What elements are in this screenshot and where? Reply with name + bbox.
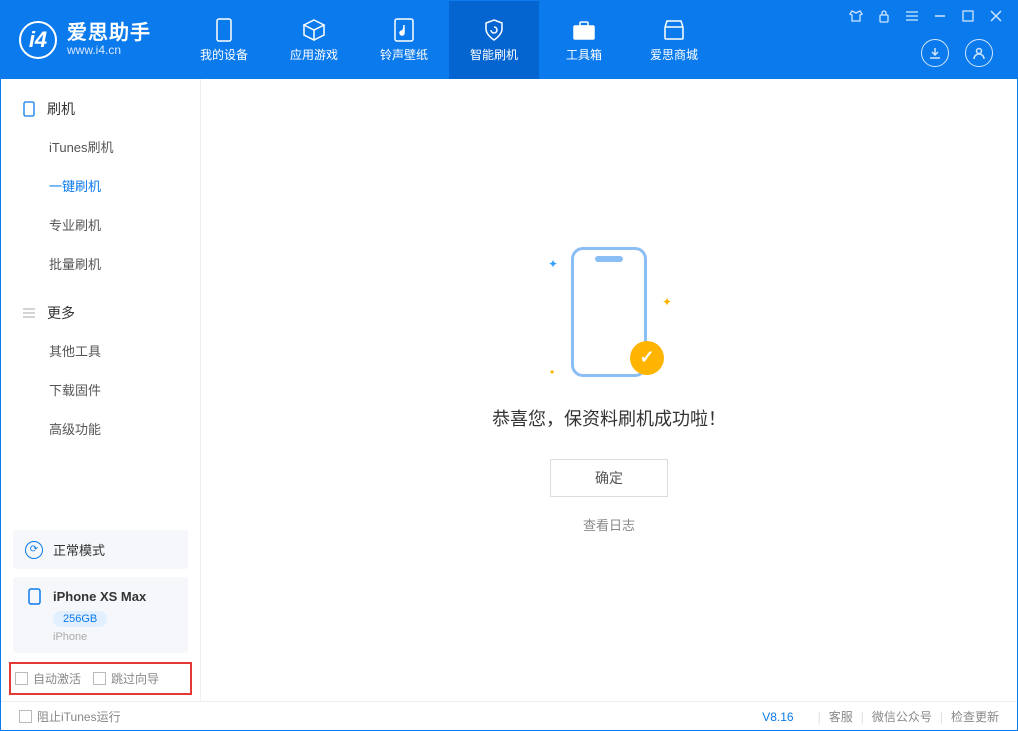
minimize-icon[interactable]: [933, 9, 947, 23]
nav-store[interactable]: 爱思商城: [629, 1, 719, 79]
status-card[interactable]: ⟳ 正常模式: [13, 530, 188, 569]
device-type: iPhone: [53, 631, 176, 643]
lock-icon[interactable]: [877, 9, 891, 23]
toolbox-icon: [572, 18, 596, 42]
nav-toolbox[interactable]: 工具箱: [539, 1, 629, 79]
nav-label: 铃声壁纸: [380, 46, 428, 63]
checkbox-label: 自动激活: [33, 670, 81, 687]
highlighted-checkbox-row: 自动激活 跳过向导: [9, 662, 192, 695]
footer-link-wechat[interactable]: 微信公众号: [872, 708, 932, 725]
app-subtitle: www.i4.cn: [67, 44, 151, 57]
shirt-icon[interactable]: [849, 9, 863, 23]
status-label: 正常模式: [53, 540, 105, 559]
checkbox-label: 阻止iTunes运行: [37, 708, 121, 725]
checkbox-auto-activate[interactable]: 自动激活: [15, 670, 81, 687]
sidebar-item-itunes-flash[interactable]: iTunes刷机: [1, 127, 200, 166]
checkbox-icon: [93, 672, 106, 685]
list-icon: [21, 305, 37, 321]
nav-apps-games[interactable]: 应用游戏: [269, 1, 359, 79]
sidebar-group-label: 刷机: [47, 99, 75, 119]
main-content: ✓ ✦ ✦ • 恭喜您，保资料刷机成功啦！ 确定 查看日志: [201, 79, 1017, 701]
logo-area: i4 爱思助手 www.i4.cn: [1, 1, 169, 79]
logo-icon: i4: [19, 21, 57, 59]
nav-label: 我的设备: [200, 46, 248, 63]
success-message: 恭喜您，保资料刷机成功啦！: [492, 405, 726, 431]
device-icon: [212, 18, 236, 42]
refresh-shield-icon: [482, 18, 506, 42]
nav-smart-flash[interactable]: 智能刷机: [449, 1, 539, 79]
close-icon[interactable]: [989, 9, 1003, 23]
sidebar-group-label: 更多: [47, 303, 75, 323]
sidebar-group-flash: 刷机: [1, 99, 200, 127]
user-icon[interactable]: [965, 39, 993, 67]
checkbox-icon: [19, 710, 32, 723]
cube-icon: [302, 18, 326, 42]
sidebar-item-download-firmware[interactable]: 下载固件: [1, 370, 200, 409]
checkbox-label: 跳过向导: [111, 670, 159, 687]
sparkle-icon: ✦: [548, 257, 558, 271]
success-illustration: ✓ ✦ ✦ •: [554, 247, 664, 387]
device-small-icon: [25, 587, 43, 605]
menu-icon[interactable]: [905, 9, 919, 23]
check-badge-icon: ✓: [630, 341, 664, 375]
sidebar: 刷机 iTunes刷机 一键刷机 专业刷机 批量刷机 更多 其他工具 下载固件 …: [1, 79, 201, 701]
sidebar-item-pro-flash[interactable]: 专业刷机: [1, 205, 200, 244]
footer-link-service[interactable]: 客服: [829, 708, 853, 725]
sidebar-item-advanced[interactable]: 高级功能: [1, 409, 200, 448]
header-bar: i4 爱思助手 www.i4.cn 我的设备 应用游戏 铃声壁纸 智能刷机 工具…: [1, 1, 1017, 79]
sparkle-icon: •: [550, 365, 554, 379]
view-log-link[interactable]: 查看日志: [583, 515, 635, 534]
checkbox-block-itunes[interactable]: 阻止iTunes运行: [19, 708, 121, 725]
nav-label: 智能刷机: [470, 46, 518, 63]
sparkle-icon: ✦: [662, 295, 672, 309]
nav-label: 应用游戏: [290, 46, 338, 63]
version-label: V8.16: [762, 710, 793, 724]
sidebar-group-more: 更多: [1, 303, 200, 331]
music-file-icon: [392, 18, 416, 42]
checkbox-icon: [15, 672, 28, 685]
nav-ringtone-wallpaper[interactable]: 铃声壁纸: [359, 1, 449, 79]
device-card[interactable]: iPhone XS Max 256GB iPhone: [13, 577, 188, 653]
checkbox-skip-guide[interactable]: 跳过向导: [93, 670, 159, 687]
nav-my-device[interactable]: 我的设备: [179, 1, 269, 79]
top-nav: 我的设备 应用游戏 铃声壁纸 智能刷机 工具箱 爱思商城: [179, 1, 719, 79]
sidebar-item-batch-flash[interactable]: 批量刷机: [1, 244, 200, 283]
window-controls: [849, 9, 1003, 23]
header-right-icons: [921, 39, 993, 67]
footer-link-update[interactable]: 检查更新: [951, 708, 999, 725]
maximize-icon[interactable]: [961, 9, 975, 23]
sidebar-item-other-tools[interactable]: 其他工具: [1, 331, 200, 370]
app-title: 爱思助手: [67, 22, 151, 44]
sidebar-item-oneclick-flash[interactable]: 一键刷机: [1, 166, 200, 205]
store-icon: [662, 18, 686, 42]
download-icon[interactable]: [921, 39, 949, 67]
nav-label: 工具箱: [566, 46, 602, 63]
phone-small-icon: [21, 101, 37, 117]
device-name: iPhone XS Max: [53, 589, 146, 604]
footer-bar: 阻止iTunes运行 V8.16 | 客服 | 微信公众号 | 检查更新: [1, 701, 1017, 731]
storage-badge: 256GB: [53, 611, 107, 627]
ok-button[interactable]: 确定: [550, 459, 668, 497]
status-mode-icon: ⟳: [25, 541, 43, 559]
nav-label: 爱思商城: [650, 46, 698, 63]
